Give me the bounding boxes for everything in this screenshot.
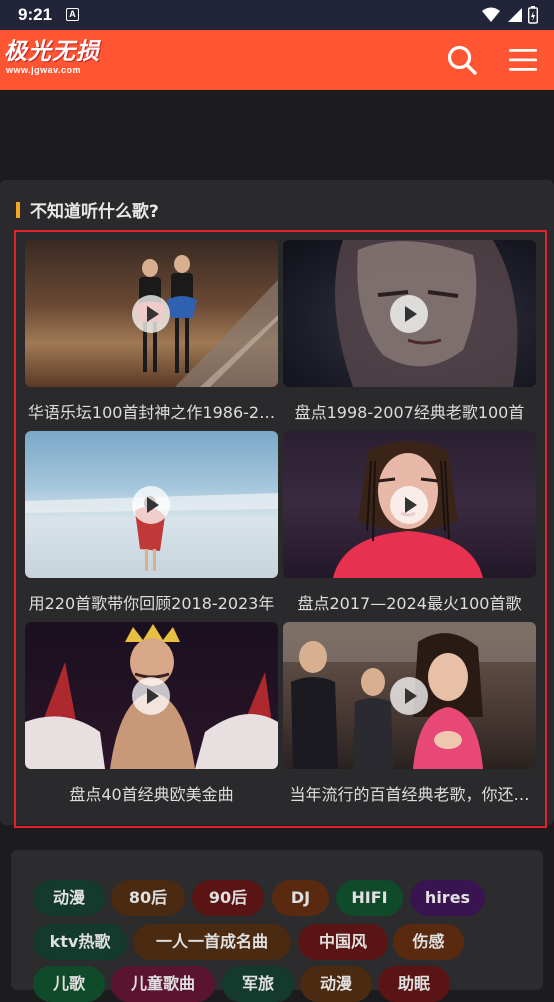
play-icon <box>132 677 170 715</box>
video-card[interactable]: 用220首歌带你回顾2018-2023年 <box>25 431 278 613</box>
system-icons <box>482 6 538 24</box>
video-card[interactable]: 当年流行的百首经典老歌，你还… <box>283 622 536 804</box>
tag-chip[interactable]: 动漫 <box>300 966 372 1002</box>
tag-chip[interactable]: 军旅 <box>222 966 294 1002</box>
section-title: 不知道听什么歌? <box>30 202 159 222</box>
tag-chip[interactable]: 伤感 <box>393 924 464 960</box>
video-thumbnail[interactable] <box>283 622 536 769</box>
section-accent-bar <box>16 202 20 218</box>
video-title: 华语乐坛100首封神之作1986-2… <box>27 403 276 422</box>
search-icon[interactable] <box>446 44 478 76</box>
tag-chip[interactable]: 儿歌 <box>33 966 105 1002</box>
status-time: 9:21 <box>18 5 53 24</box>
status-bar: 9:21 A <box>0 0 554 30</box>
video-title: 用220首歌带你回顾2018-2023年 <box>28 594 275 613</box>
tag-chip[interactable]: 助眠 <box>378 966 450 1002</box>
signal-icon <box>508 8 522 22</box>
tag-chip[interactable]: 儿童歌曲 <box>111 966 215 1002</box>
ranking-row[interactable]: 08 抖音2023最火歌曲合集 2023流行歌… 1169 <box>23 120 531 146</box>
rank-number: 08 <box>23 123 40 140</box>
video-thumbnail[interactable] <box>25 240 278 387</box>
logo-url: www.jgwav.com <box>6 65 82 75</box>
battery-icon <box>528 6 538 24</box>
tag-chip[interactable]: 一人一首成名曲 <box>133 924 291 960</box>
video-title: 盘点2017—2024最火100首歌 <box>297 594 522 613</box>
rank-title: 抖音2023最火歌曲合集 2023流行歌… <box>52 124 314 142</box>
wifi-icon <box>482 7 500 22</box>
video-title: 盘点40首经典欧美金曲 <box>69 785 234 804</box>
play-icon <box>390 486 428 524</box>
app-header: 极光无损 www.jgwav.com <box>0 30 554 90</box>
video-title: 盘点1998-2007经典老歌100首 <box>294 403 525 422</box>
tag-chip[interactable]: 90后 <box>192 880 264 916</box>
tag-chip[interactable]: 中国风 <box>298 924 388 960</box>
video-thumbnail[interactable] <box>25 431 278 578</box>
video-thumbnail[interactable] <box>25 622 278 769</box>
video-thumbnail[interactable] <box>283 240 536 387</box>
rank-count: 1169 <box>498 122 531 139</box>
play-icon <box>390 295 428 333</box>
play-icon <box>132 486 170 524</box>
play-icon <box>132 295 170 333</box>
tag-chip[interactable]: DJ <box>272 880 329 916</box>
video-thumbnail[interactable] <box>283 431 536 578</box>
menu-icon[interactable] <box>508 47 538 73</box>
tag-chip[interactable]: hires <box>410 880 485 916</box>
tag-chip[interactable]: 动漫 <box>33 880 105 916</box>
tag-chip[interactable]: ktv热歌 <box>33 924 127 960</box>
app-logo[interactable]: 极光无损 www.jgwav.com <box>4 39 100 75</box>
video-title: 当年流行的百首经典老歌，你还… <box>289 785 530 804</box>
play-icon <box>390 677 428 715</box>
video-card[interactable]: 华语乐坛100首封神之作1986-2… <box>25 240 278 422</box>
notification-icon: A <box>66 8 79 21</box>
tag-chip[interactable]: HIFI <box>336 880 403 916</box>
logo-text: 极光无损 <box>4 39 100 65</box>
video-card[interactable]: 盘点1998-2007经典老歌100首 <box>283 240 536 422</box>
video-card[interactable]: 盘点2017—2024最火100首歌 <box>283 431 536 613</box>
tag-chip[interactable]: 80后 <box>111 880 185 916</box>
video-card[interactable]: 盘点40首经典欧美金曲 <box>25 622 278 804</box>
